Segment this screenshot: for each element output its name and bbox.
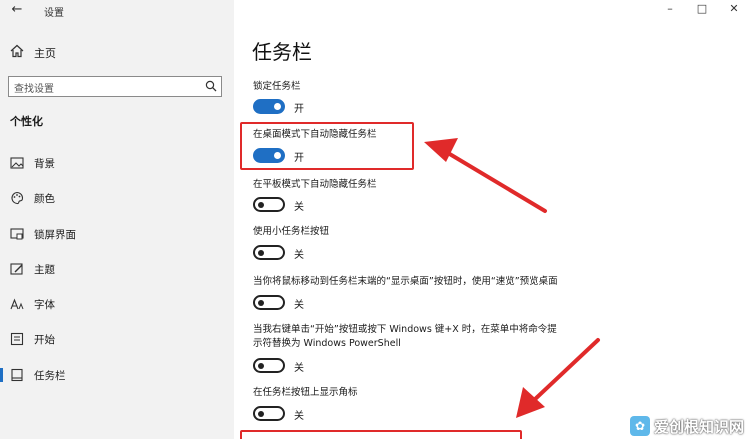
watermark-text: 爱创根知识网 [653, 417, 744, 436]
annotation-arrow [516, 338, 600, 418]
watermark-logo-icon: ✿ [629, 416, 650, 436]
annotation-arrow [424, 138, 547, 213]
watermark: ✿ 爱创根知识网 [629, 415, 744, 437]
annotation-arrows [424, 138, 600, 418]
